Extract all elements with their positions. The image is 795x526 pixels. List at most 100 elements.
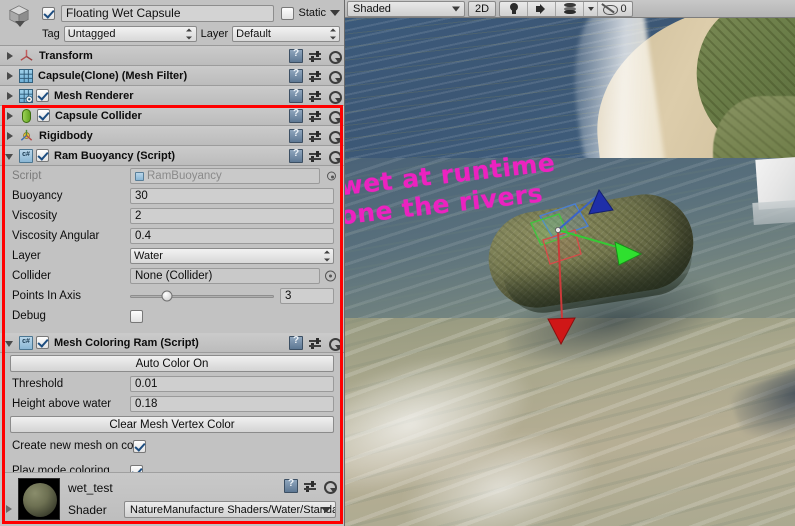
foldout-arrow-icon[interactable]: [4, 337, 16, 349]
gameobject-active-checkbox[interactable]: [42, 6, 55, 20]
effects-toggle[interactable]: [556, 1, 584, 16]
foldout-arrow-icon[interactable]: [4, 50, 16, 62]
viscosity-label: Viscosity: [12, 210, 58, 222]
help-icon[interactable]: [284, 478, 298, 493]
property-row-threshold: Threshold 0.01: [0, 374, 344, 394]
mesh-renderer-enabled-checkbox[interactable]: [36, 89, 49, 102]
component-header-mesh-coloring-ram[interactable]: Mesh Coloring Ram (Script): [0, 333, 344, 353]
foldout-arrow-icon[interactable]: [4, 130, 16, 142]
mesh-filter-icon: [19, 69, 33, 83]
component-header-ram-buoyancy[interactable]: Ram Buoyancy (Script): [0, 146, 344, 166]
gizmos-count: 0: [620, 2, 627, 15]
tag-value: Untagged: [67, 28, 116, 40]
help-icon[interactable]: [289, 128, 303, 143]
auto-color-on-button[interactable]: Auto Color On: [10, 355, 334, 372]
foldout-arrow-icon[interactable]: [4, 90, 16, 102]
component-header-capsule-collider[interactable]: Capsule Collider: [0, 106, 344, 126]
component-header-transform[interactable]: Transform: [0, 46, 344, 66]
debug-checkbox[interactable]: [130, 309, 143, 323]
gear-icon[interactable]: [322, 479, 337, 494]
lighting-toggle[interactable]: [500, 1, 528, 16]
layer-dropdown[interactable]: Default: [232, 26, 340, 42]
gear-icon[interactable]: [327, 129, 342, 144]
scene-view-toolbar: Shaded 2D 0: [345, 0, 795, 18]
gear-icon[interactable]: [327, 89, 342, 104]
gear-icon[interactable]: [327, 336, 342, 351]
preset-icon[interactable]: [308, 149, 322, 163]
viscosity-angular-input[interactable]: 0.4: [130, 228, 334, 244]
preset-icon[interactable]: [308, 69, 322, 83]
property-row-height-above-water: Height above water 0.18: [0, 394, 344, 414]
help-icon[interactable]: [289, 335, 303, 350]
property-row-create-new-mesh: Create new mesh on co: [0, 435, 344, 457]
shader-value: NatureManufacture Shaders/Water/Standard…: [130, 503, 336, 516]
capsule-collider-icon: [22, 108, 31, 123]
gizmos-toggle[interactable]: 0: [598, 2, 632, 16]
viscosity-input[interactable]: 2: [130, 208, 334, 224]
tag-dropdown[interactable]: Untagged: [63, 26, 197, 42]
create-new-mesh-checkbox[interactable]: [133, 439, 147, 453]
capsule-collider-enabled-checkbox[interactable]: [37, 109, 50, 122]
mesh-renderer-icon: [19, 89, 33, 103]
gameobject-cube-icon: [6, 3, 36, 33]
audio-toggle[interactable]: [528, 1, 556, 16]
height-above-water-input[interactable]: 0.18: [130, 396, 334, 412]
buoyancy-input[interactable]: 30: [130, 188, 334, 204]
points-in-axis-input[interactable]: 3: [280, 288, 334, 304]
help-icon[interactable]: [289, 48, 303, 63]
gear-icon[interactable]: [327, 149, 342, 164]
2d-toggle-button[interactable]: 2D: [468, 0, 496, 17]
help-icon[interactable]: [289, 148, 303, 163]
foldout-arrow-icon[interactable]: [4, 150, 16, 162]
script-object-field[interactable]: RamBuoyancy: [130, 168, 320, 184]
eye-off-icon: [603, 4, 619, 15]
scene-view[interactable]: Shaded 2D 0 wet at runtime one the river…: [345, 0, 795, 526]
debug-label: Debug: [12, 310, 46, 322]
shader-dropdown[interactable]: NatureManufacture Shaders/Water/Standard…: [124, 501, 336, 518]
chevron-down-icon: [321, 506, 331, 513]
preset-icon[interactable]: [308, 336, 322, 350]
foldout-arrow-icon[interactable]: [4, 110, 16, 122]
help-icon[interactable]: [289, 88, 303, 103]
material-foldout-arrow-icon[interactable]: [6, 505, 12, 513]
preset-icon[interactable]: [308, 49, 322, 63]
scene-viewport[interactable]: wet at runtime one the rivers: [345, 18, 795, 526]
gear-icon[interactable]: [327, 69, 342, 84]
gear-icon[interactable]: [327, 49, 342, 64]
preset-icon[interactable]: [303, 479, 317, 493]
collider-select-icon[interactable]: [325, 270, 336, 282]
preset-icon[interactable]: [308, 109, 322, 123]
slider-handle[interactable]: [161, 290, 172, 302]
component-header-mesh-filter[interactable]: Capsule(Clone) (Mesh Filter): [0, 66, 344, 86]
clear-mesh-vertex-color-button[interactable]: Clear Mesh Vertex Color: [10, 416, 334, 433]
white-box-base[interactable]: [752, 199, 795, 225]
lightbulb-icon: [509, 3, 518, 14]
shader-label: Shader: [68, 503, 107, 517]
gameobject-dropdown-arrow[interactable]: [15, 21, 25, 27]
collider-object-field[interactable]: None (Collider): [130, 268, 320, 284]
help-icon[interactable]: [289, 68, 303, 83]
static-label: Static: [298, 7, 326, 19]
foldout-arrow-icon[interactable]: [4, 70, 16, 82]
ram-buoyancy-enabled-checkbox[interactable]: [36, 149, 49, 162]
chevron-updown-icon: [329, 28, 336, 40]
script-select-icon[interactable]: [327, 171, 336, 181]
threshold-input[interactable]: 0.01: [130, 376, 334, 392]
component-header-mesh-renderer[interactable]: Mesh Renderer: [0, 86, 344, 106]
static-dropdown-arrow[interactable]: [330, 10, 340, 16]
component-title: Mesh Coloring Ram (Script): [54, 336, 199, 349]
preset-icon[interactable]: [308, 129, 322, 143]
buoyancy-layer-dropdown[interactable]: Water: [130, 248, 334, 264]
preset-icon[interactable]: [308, 89, 322, 103]
mesh-coloring-enabled-checkbox[interactable]: [36, 336, 49, 349]
buoyancy-label: Buoyancy: [12, 190, 63, 202]
effects-dropdown[interactable]: [584, 1, 598, 16]
draw-mode-dropdown[interactable]: Shaded: [347, 0, 465, 17]
points-in-axis-slider[interactable]: [130, 290, 274, 302]
chevron-down-icon: [587, 6, 594, 11]
gear-icon[interactable]: [327, 109, 342, 124]
static-checkbox[interactable]: [281, 6, 295, 20]
component-header-rigidbody[interactable]: Rigidbody: [0, 126, 344, 146]
help-icon[interactable]: [289, 108, 303, 123]
gameobject-name-input[interactable]: Floating Wet Capsule: [61, 4, 275, 22]
